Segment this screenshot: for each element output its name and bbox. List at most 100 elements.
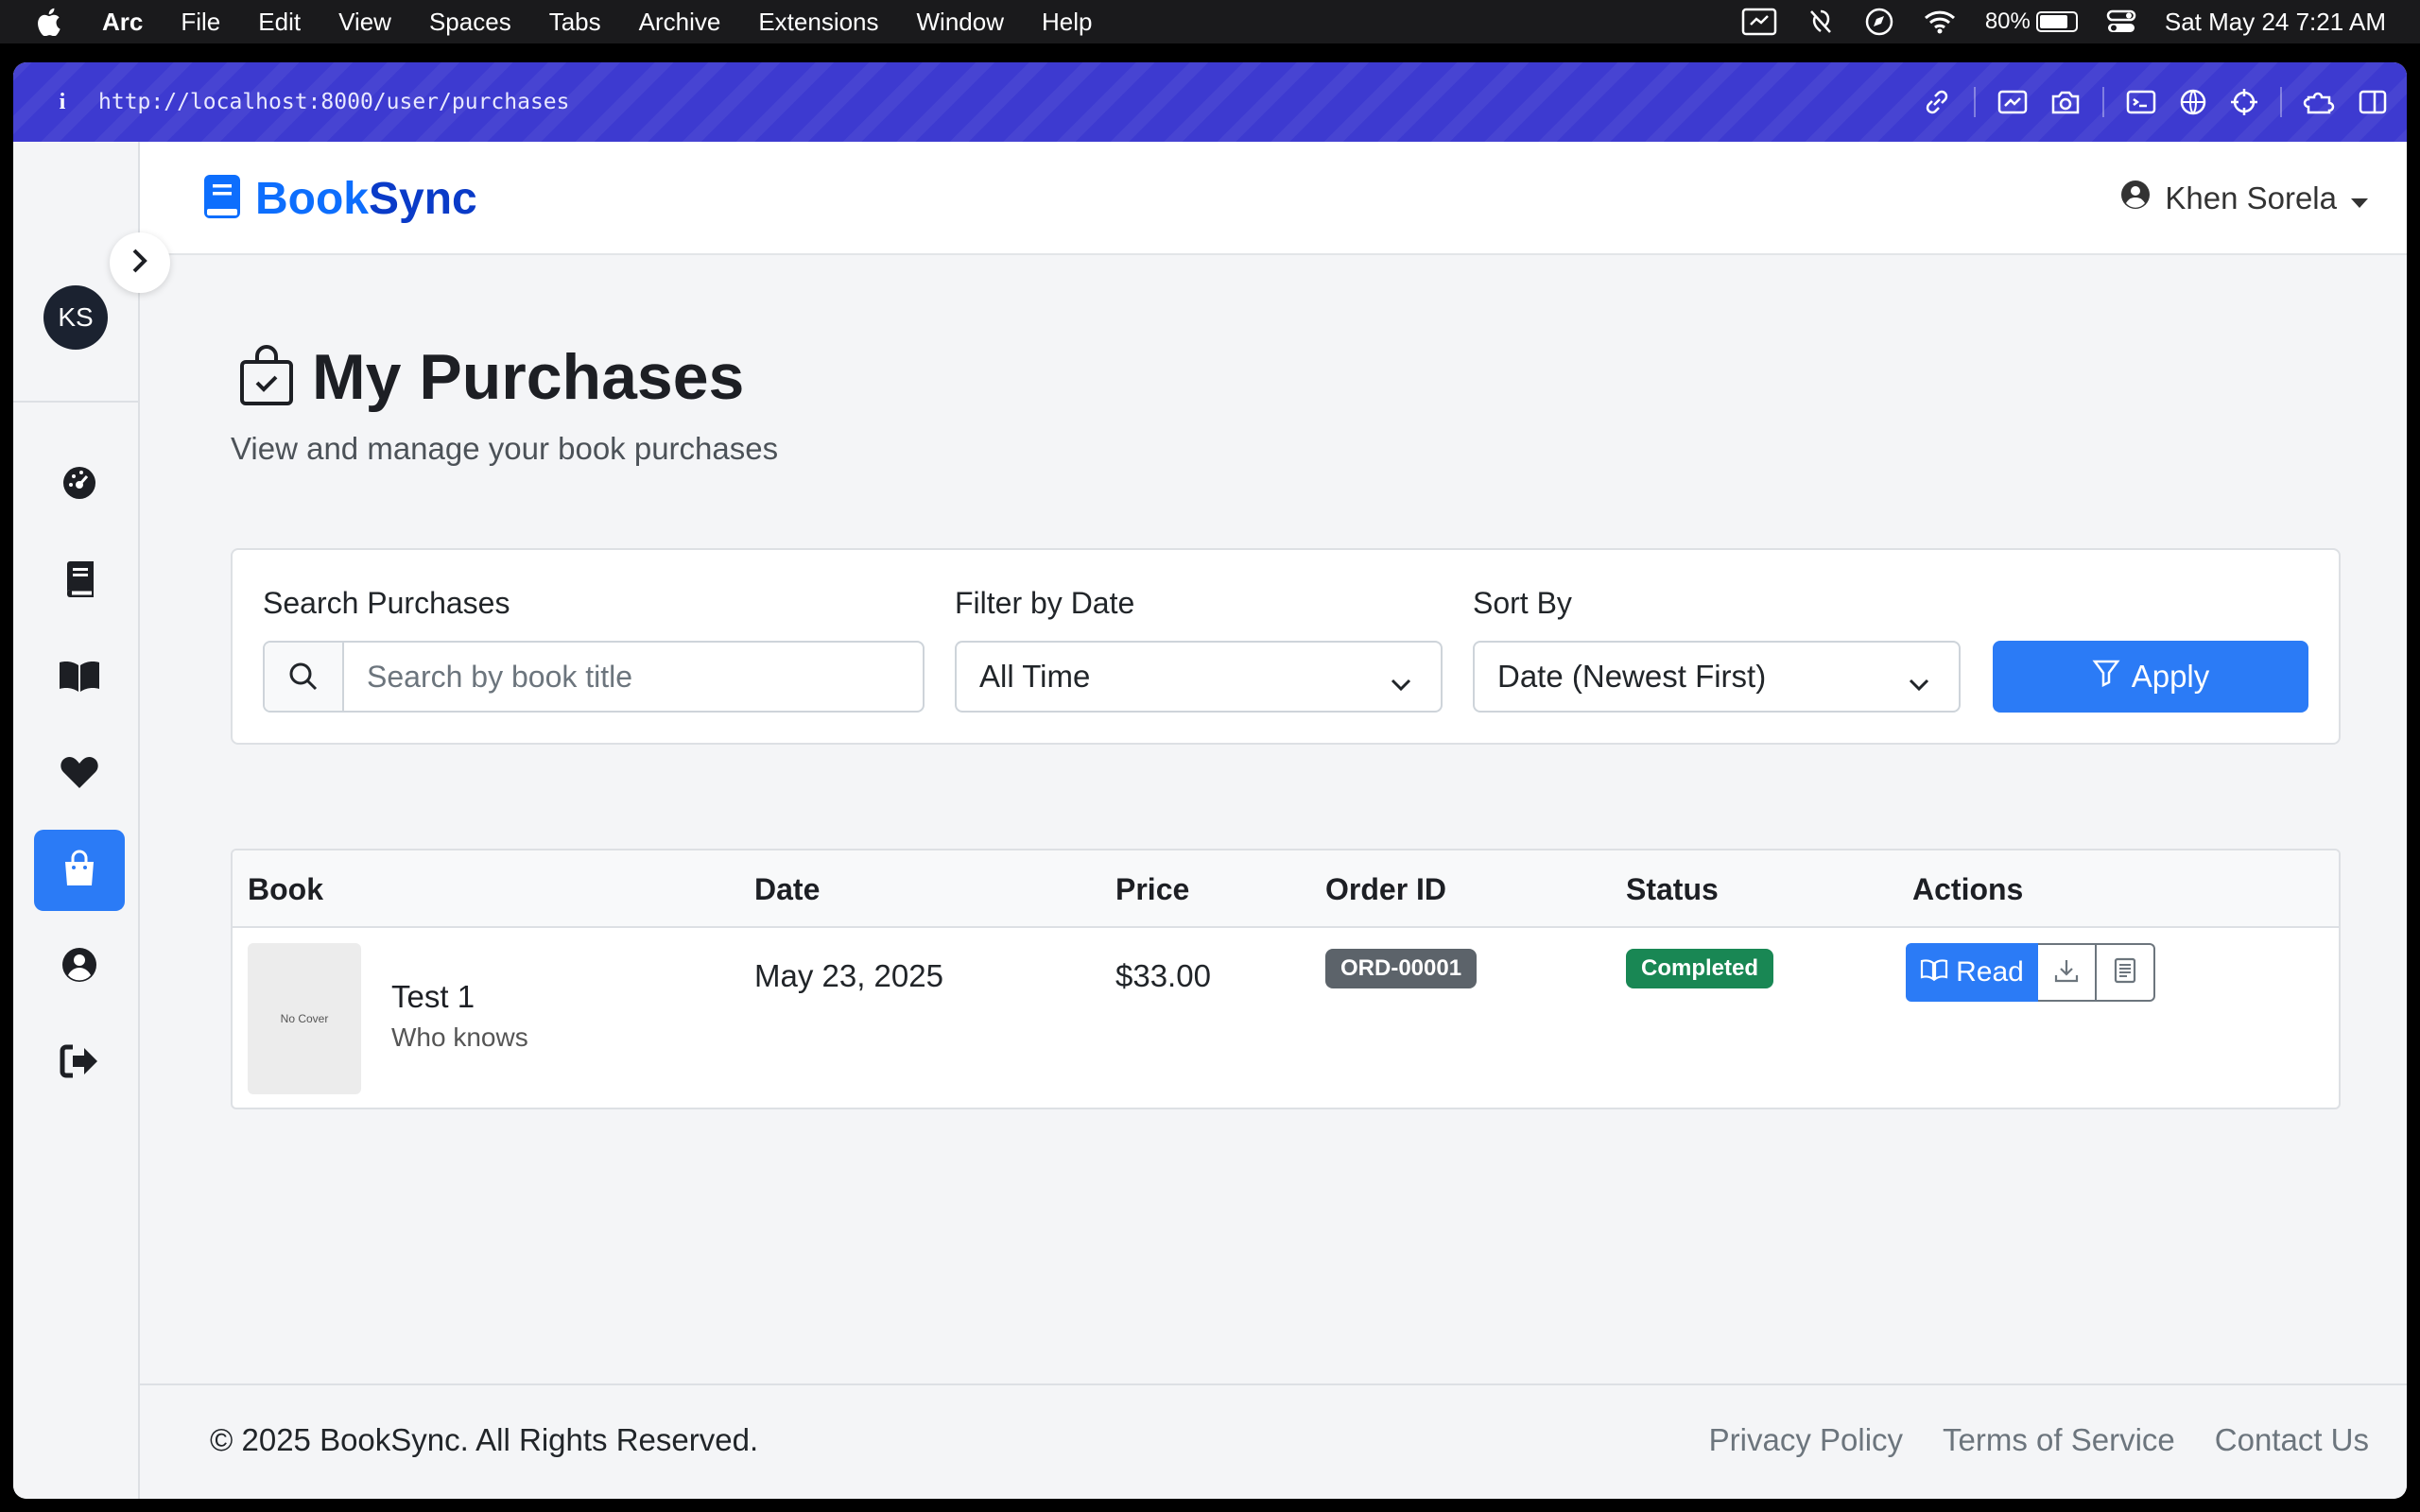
screen-share-icon[interactable]	[1741, 8, 1777, 36]
apply-button[interactable]: Apply	[1993, 641, 2308, 713]
menu-app-name[interactable]: Arc	[102, 8, 143, 37]
table-header: Book Date Price Order ID Status Actions	[233, 850, 2339, 928]
filter-icon	[2092, 659, 2120, 695]
brand-logo[interactable]: BookSync	[202, 142, 477, 255]
sidebar-item-wishlist[interactable]	[34, 733, 125, 815]
extensions-icon[interactable]	[2303, 88, 2337, 116]
camera-icon[interactable]	[2049, 88, 2082, 116]
menu-help[interactable]: Help	[1042, 8, 1092, 37]
sidebar-toggle-button[interactable]	[110, 232, 170, 293]
column-header-order-id[interactable]: Order ID	[1325, 850, 1446, 928]
macos-menu-bar: Arc File Edit View Spaces Tabs Archive E…	[0, 0, 2420, 43]
capture-icon[interactable]	[1996, 88, 2029, 116]
date-filter-select[interactable]: All Time	[955, 641, 1443, 713]
dashboard-icon	[60, 464, 98, 507]
battery-percent: 80%	[1984, 9, 2031, 34]
download-button[interactable]	[2038, 943, 2097, 1002]
copy-link-icon[interactable]	[1921, 86, 1953, 118]
shopping-bag-icon	[62, 850, 96, 892]
receipt-button[interactable]	[2097, 943, 2155, 1002]
logout-icon	[60, 1044, 99, 1083]
wifi-icon[interactable]	[1923, 9, 1957, 35]
menu-archive[interactable]: Archive	[639, 8, 721, 37]
clock[interactable]: Sat May 24 7:21 AM	[2165, 8, 2386, 37]
menu-edit[interactable]: Edit	[258, 8, 301, 37]
sidebar-item-profile[interactable]	[34, 926, 125, 1007]
chevron-right-icon	[130, 247, 150, 280]
heart-icon	[60, 754, 99, 795]
crosshair-icon[interactable]	[2229, 87, 2259, 117]
sidebar-divider	[13, 401, 140, 403]
menu-extra-icon[interactable]	[1806, 8, 1836, 36]
page-title: My Purchases	[312, 341, 745, 413]
split-view-icon[interactable]	[2358, 88, 2388, 116]
compass-icon[interactable]	[1864, 7, 1894, 37]
column-header-actions[interactable]: Actions	[1912, 850, 2023, 928]
sidebar-item-purchases[interactable]	[34, 830, 125, 911]
read-button[interactable]: Read	[1906, 943, 2038, 1002]
book-title[interactable]: Test 1	[391, 979, 475, 1015]
open-book-icon	[1920, 956, 1948, 988]
brand-name-part1: Book	[255, 173, 369, 224]
toolbar-separator	[1974, 87, 1976, 117]
terminal-icon[interactable]	[2125, 88, 2157, 116]
book-cover[interactable]: No Cover	[248, 943, 361, 1094]
column-header-date[interactable]: Date	[754, 850, 820, 928]
download-icon	[2053, 957, 2080, 988]
date-filter-value: All Time	[979, 659, 1091, 694]
brand-name: BookSync	[255, 173, 477, 225]
address-bar: i http://localhost:8000/user/purchases	[13, 62, 2407, 142]
control-center-icon[interactable]	[2106, 9, 2136, 35]
filters-card: Search Purchases Filter by Date All Time…	[231, 548, 2341, 745]
column-header-price[interactable]: Price	[1115, 850, 1189, 928]
terms-of-service-link[interactable]: Terms of Service	[1943, 1422, 2175, 1458]
footer-links: Privacy Policy Terms of Service Contact …	[1709, 1385, 2369, 1495]
toolbar-separator	[2280, 87, 2282, 117]
url-text[interactable]: http://localhost:8000/user/purchases	[98, 90, 570, 114]
user-avatar[interactable]: KS	[43, 285, 108, 350]
menu-file[interactable]: File	[181, 8, 220, 37]
privacy-policy-link[interactable]: Privacy Policy	[1709, 1422, 1903, 1458]
menu-tabs[interactable]: Tabs	[549, 8, 601, 37]
globe-icon[interactable]	[2178, 87, 2208, 117]
menu-window[interactable]: Window	[917, 8, 1004, 37]
site-info-icon[interactable]: i	[51, 90, 74, 115]
purchases-table: Book Date Price Order ID Status Actions …	[231, 849, 2341, 1109]
sidebar-item-logout[interactable]	[34, 1022, 125, 1104]
menu-spaces[interactable]: Spaces	[429, 8, 511, 37]
bag-check-icon	[238, 343, 295, 412]
search-input[interactable]	[344, 643, 923, 711]
sidebar-item-books[interactable]	[34, 541, 125, 622]
chevron-down-icon	[1908, 667, 1930, 703]
footer: © 2025 BookSync. All Rights Reserved. Pr…	[140, 1383, 2407, 1499]
caret-down-icon	[2350, 180, 2369, 216]
sidebar-item-library[interactable]	[34, 637, 125, 718]
battery-status[interactable]: 80%	[1985, 9, 2078, 35]
column-header-status[interactable]: Status	[1626, 850, 1719, 928]
purchase-price: $33.00	[1115, 958, 1211, 993]
browser-window: i http://localhost:8000/user/purchases K…	[13, 62, 2407, 1499]
purchase-date: May 23, 2025	[754, 958, 943, 993]
column-header-book[interactable]: Book	[248, 850, 323, 928]
status-badge: Completed	[1626, 949, 1774, 988]
row-actions: Read	[1906, 943, 2155, 1002]
apple-icon[interactable]	[36, 8, 74, 36]
brand-name-part2: Sync	[369, 173, 477, 224]
sort-select[interactable]: Date (Newest First)	[1473, 641, 1961, 713]
search-label: Search Purchases	[263, 586, 510, 620]
battery-level	[2039, 15, 2067, 28]
receipt-icon	[2113, 957, 2137, 988]
menu-extensions[interactable]: Extensions	[758, 8, 878, 37]
sort-value: Date (Newest First)	[1497, 659, 1767, 694]
read-label: Read	[1956, 956, 2024, 988]
apply-label: Apply	[2131, 659, 2210, 694]
contact-us-link[interactable]: Contact Us	[2215, 1422, 2369, 1458]
menu-view[interactable]: View	[338, 8, 391, 37]
search-icon	[265, 643, 344, 711]
user-menu-dropdown[interactable]: Khen Sorela	[2119, 142, 2369, 255]
user-circle-icon	[60, 946, 98, 988]
page-subtitle: View and manage your book purchases	[231, 431, 779, 466]
chevron-down-icon	[1390, 667, 1412, 703]
user-circle-icon	[2119, 179, 2152, 218]
sidebar-item-dashboard[interactable]	[34, 444, 125, 525]
